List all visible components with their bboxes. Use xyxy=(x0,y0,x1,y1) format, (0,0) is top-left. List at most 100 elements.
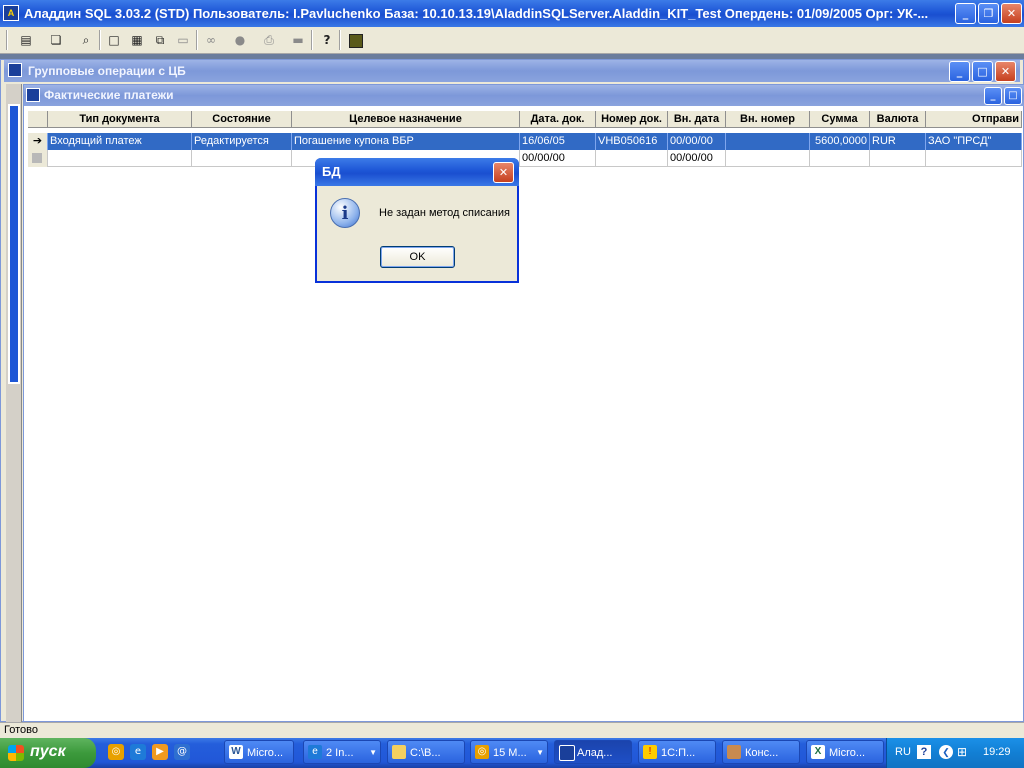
copy-icon[interactable]: ❏ xyxy=(45,30,67,50)
taskbar-item-explorer[interactable]: C:\В... xyxy=(387,740,465,764)
column-header-doc-number[interactable]: Номер док. xyxy=(596,111,668,128)
taskbar-item-outlook[interactable]: ◎ 15 М... ▼ xyxy=(470,740,548,764)
taskbar-item-1c[interactable]: ! 1С:П... xyxy=(638,740,716,764)
minimize-button[interactable]: _ xyxy=(949,61,970,82)
cell-amount[interactable]: 5600,0000 xyxy=(810,133,870,150)
column-header-purpose[interactable]: Целевое назначение xyxy=(292,111,520,128)
ie-icon: e xyxy=(308,745,322,759)
firefox-icon[interactable]: @ xyxy=(174,744,190,760)
table-row[interactable]: 00/00/00 00/00/00 xyxy=(28,150,1022,167)
cell-doc-type[interactable]: Входящий платеж xyxy=(48,133,192,150)
exit-icon[interactable] xyxy=(345,30,367,50)
media-player-icon[interactable]: ▶ xyxy=(152,744,168,760)
cascade-icon[interactable]: ⧉ xyxy=(149,30,171,50)
dialog-title: БД xyxy=(322,164,341,179)
close-button[interactable]: ✕ xyxy=(995,61,1016,82)
cell-int-date[interactable]: 00/00/00 xyxy=(668,150,726,167)
taskbar-item-word[interactable]: W Micro... xyxy=(224,740,294,764)
taskbar-item-excel[interactable]: X Micro... xyxy=(806,740,884,764)
column-header-doc-type[interactable]: Тип документа xyxy=(48,111,192,128)
side-panel xyxy=(6,84,22,724)
window-icon[interactable]: □ xyxy=(103,30,125,50)
dialog-close-button[interactable]: ✕ xyxy=(493,162,514,183)
info-icon: i xyxy=(330,198,360,228)
column-header-amount[interactable]: Сумма xyxy=(810,111,870,128)
minimize-button[interactable]: _ xyxy=(955,3,976,24)
toolbar-separator xyxy=(196,30,198,50)
cell-sender[interactable] xyxy=(926,150,1022,167)
network-icon[interactable]: ⊞ xyxy=(957,745,973,759)
cell-currency[interactable] xyxy=(870,150,926,167)
outlook-icon[interactable]: ◎ xyxy=(108,744,124,760)
cell-doc-date[interactable]: 16/06/05 xyxy=(520,133,596,150)
system-tray: RU ? ❮ ⊞ 19:29 xyxy=(886,738,1024,768)
ok-button[interactable]: OK xyxy=(380,246,455,268)
table-row[interactable]: ➔ Входящий платеж Редактируется Погашени… xyxy=(28,133,1022,150)
stamp-icon[interactable]: ● xyxy=(229,30,251,50)
cell-doc-date[interactable]: 00/00/00 xyxy=(520,150,596,167)
column-header-state[interactable]: Состояние xyxy=(192,111,292,128)
language-indicator[interactable]: RU xyxy=(895,746,911,758)
cell-purpose[interactable]: Погашение купона ВБР xyxy=(292,133,520,150)
cell-int-date[interactable]: 00/00/00 xyxy=(668,133,726,150)
taskbar-item-aladdin[interactable]: Алад... xyxy=(554,740,632,764)
restore-button[interactable]: ❐ xyxy=(978,3,999,24)
minimize-button[interactable]: _ xyxy=(984,87,1002,105)
windows-logo-icon xyxy=(8,745,24,761)
start-button[interactable]: пуск xyxy=(0,738,96,768)
cell-int-number[interactable] xyxy=(726,133,810,150)
clock: 19:29 xyxy=(983,746,1011,758)
cell-doc-number[interactable] xyxy=(596,150,668,167)
word-icon: W xyxy=(229,745,243,759)
toolbar-separator xyxy=(339,30,341,50)
ie-icon[interactable]: e xyxy=(130,744,146,760)
cell-doc-number[interactable]: VHB050616 xyxy=(596,133,668,150)
document-icon[interactable]: ▤ xyxy=(15,30,37,50)
tile-icon[interactable]: ▦ xyxy=(126,30,148,50)
cell-state[interactable]: Редактируется xyxy=(192,133,292,150)
maximize-button[interactable]: □ xyxy=(972,61,993,82)
window-icon xyxy=(26,88,40,102)
preview-icon[interactable]: ⌕ xyxy=(75,30,97,50)
export-icon[interactable]: ▬ xyxy=(287,30,309,50)
help-icon[interactable]: ? xyxy=(316,30,338,50)
column-header-int-date[interactable]: Вн. дата xyxy=(668,111,726,128)
toolbar-separator xyxy=(6,30,8,50)
window-icon xyxy=(8,63,22,77)
payments-title-bar[interactable]: Фактические платежи _ □ xyxy=(24,85,1024,106)
arrange-icon[interactable]: ▭ xyxy=(172,30,194,50)
group-operations-title-bar[interactable]: Групповые операции с ЦБ _ □ ✕ xyxy=(4,60,1020,82)
taskbar-item-ie[interactable]: e2 In... ▼ xyxy=(303,740,381,764)
payments-window xyxy=(23,84,1024,722)
close-button[interactable]: ✕ xyxy=(1001,3,1022,24)
payments-title: Фактические платежи xyxy=(44,88,174,102)
chevron-left-icon[interactable]: ❮ xyxy=(939,745,953,759)
cell-sender[interactable]: ЗАО "ПРСД" xyxy=(926,133,1022,150)
cell-currency[interactable]: RUR xyxy=(870,133,926,150)
binoculars-icon[interactable]: ∞ xyxy=(200,30,222,50)
column-header-doc-date[interactable]: Дата. док. xyxy=(520,111,596,128)
print-icon[interactable]: ⎙ xyxy=(258,30,280,50)
row-indicator-header xyxy=(28,111,48,128)
cell-state[interactable] xyxy=(192,150,292,167)
cell-amount[interactable] xyxy=(810,150,870,167)
consultant-icon xyxy=(727,745,741,759)
row-pointer-icon: ➔ xyxy=(28,133,48,150)
cell-doc-type[interactable] xyxy=(48,150,192,167)
folder-icon xyxy=(392,745,406,759)
dialog-title-bar[interactable]: БД ✕ xyxy=(315,158,519,186)
toolbar-separator xyxy=(311,30,313,50)
app-icon[interactable]: A xyxy=(3,5,19,21)
column-header-currency[interactable]: Валюта xyxy=(870,111,926,128)
column-header-sender[interactable]: Отправи xyxy=(926,111,1022,128)
maximize-button[interactable]: □ xyxy=(1004,87,1022,105)
taskbar-item-consultant[interactable]: Конс... xyxy=(722,740,800,764)
start-label: пуск xyxy=(30,743,66,760)
toolbar-separator xyxy=(99,30,101,50)
row-indicator xyxy=(28,150,48,167)
chevron-down-icon: ▼ xyxy=(536,748,544,757)
cell-int-number[interactable] xyxy=(726,150,810,167)
app-title-bar[interactable]: A Аладдин SQL 3.03.2 (STD) Пользователь:… xyxy=(0,0,1024,27)
column-header-int-number[interactable]: Вн. номер xyxy=(726,111,810,128)
help-tray-icon[interactable]: ? xyxy=(917,745,931,759)
